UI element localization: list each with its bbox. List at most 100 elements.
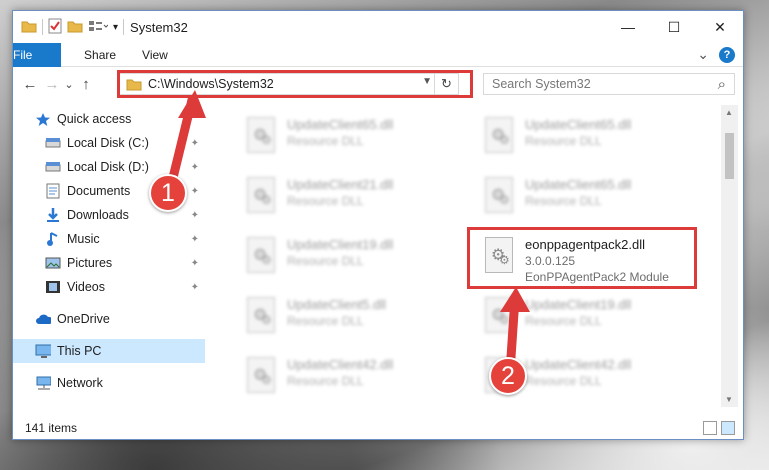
file-item[interactable]: ⚙ ⚙ UpdateClient65.dll Resource DLL (235, 111, 457, 167)
title-bar: ▾ System32 — ☐ ✕ (13, 11, 743, 43)
tab-view[interactable]: View (129, 43, 181, 67)
search-box[interactable]: Search System32 ⌕ (483, 73, 735, 95)
pin-icon[interactable]: ✦ (191, 258, 199, 269)
forward-button[interactable]: → (41, 71, 63, 97)
tab-share[interactable]: Share (71, 43, 129, 67)
sidebar-item-videos[interactable]: Videos ✦ (13, 275, 205, 299)
sidebar-item-this-pc[interactable]: This PC (13, 339, 205, 363)
navigation-pane: Quick access Local Disk (C:) ✦ Local Disk (… (13, 107, 205, 407)
file-item[interactable]: ⚙ ⚙ UpdateClient65.dll Resource DLL (473, 111, 695, 167)
properties-icon[interactable] (48, 18, 62, 37)
file-name: UpdateClient42.dll (525, 357, 632, 372)
file-name: UpdateClient65.dll (525, 117, 632, 132)
file-name: UpdateClient19.dll (525, 297, 632, 312)
downloads-icon (45, 207, 61, 223)
sidebar-item-label: Quick access (57, 112, 132, 126)
step-1-badge: 1 (149, 174, 187, 212)
dll-file-icon: ⚙⚙ (479, 117, 519, 157)
dll-file-icon: ⚙⚙ (241, 237, 281, 277)
network-icon (35, 375, 51, 391)
file-item[interactable]: ⚙ ⚙ UpdateClient19.dll Resource DLL (235, 231, 457, 287)
file-item[interactable]: ⚙ ⚙ UpdateClient65.dll Resource DLL (473, 171, 695, 227)
vertical-scrollbar[interactable]: ▲ ▼ (721, 105, 738, 407)
address-bar-highlight (117, 70, 473, 98)
pin-icon[interactable]: ✦ (191, 162, 199, 173)
dll-file-icon: ⚙⚙ (241, 177, 281, 217)
pin-icon[interactable]: ✦ (191, 282, 199, 293)
file-list: ⚙ ⚙ UpdateClient65.dll Resource DLL ⚙ ⚙ Update… (213, 107, 721, 407)
navigation-bar: ← → ⌄ ↑ C:\Windows\System32 ▼ ↻ Search S… (13, 69, 743, 99)
documents-icon (45, 183, 61, 199)
sidebar-item-label: Local Disk (D:) (67, 160, 149, 174)
sidebar-item-onedrive[interactable]: OneDrive (13, 307, 205, 331)
sidebar-item-label: Videos (67, 280, 105, 294)
pin-icon[interactable]: ✦ (191, 234, 199, 245)
status-bar: 141 items (13, 417, 743, 439)
dll-file-icon: ⚙⚙ (479, 297, 519, 337)
file-item[interactable]: ⚙ ⚙ UpdateClient19.dll Resource DLL (473, 291, 695, 347)
file-detail: Resource DLL (525, 194, 602, 208)
file-detail: Resource DLL (525, 314, 602, 328)
scroll-up-icon[interactable]: ▲ (725, 108, 733, 117)
new-folder-icon[interactable] (67, 19, 83, 36)
dll-file-icon: ⚙⚙ (241, 297, 281, 337)
target-file-highlight (467, 227, 697, 289)
window-controls: — ☐ ✕ (605, 11, 743, 43)
up-button[interactable]: ↑ (75, 71, 97, 97)
expand-ribbon-chevron-icon[interactable]: ⌄ (697, 46, 709, 63)
file-name: UpdateClient42.dll (287, 357, 394, 372)
details-view-icon[interactable] (703, 421, 717, 435)
pin-icon[interactable]: ✦ (191, 186, 199, 197)
step-2-badge: 2 (489, 357, 527, 395)
drive-icon (45, 159, 61, 175)
search-input[interactable]: Search System32 (492, 77, 591, 91)
sidebar-item-label: Documents (67, 184, 131, 198)
search-icon[interactable]: ⌕ (718, 76, 726, 93)
file-detail: Resource DLL (287, 254, 364, 268)
file-name: UpdateClient21.dll (287, 177, 394, 192)
pin-icon[interactable]: ✦ (191, 138, 199, 149)
sidebar-item-network[interactable]: Network (13, 371, 205, 395)
view-toggle (703, 421, 735, 435)
maximize-button[interactable]: ☐ (651, 11, 697, 43)
sidebar-item-label: Local Disk (C:) (67, 136, 149, 150)
file-detail: Resource DLL (287, 374, 364, 388)
file-detail: Resource DLL (525, 374, 602, 388)
file-detail: Resource DLL (525, 134, 602, 148)
folder-icon[interactable] (21, 19, 37, 36)
onedrive-icon (35, 311, 51, 327)
tab-file[interactable]: File (13, 42, 61, 67)
file-detail: Resource DLL (287, 314, 364, 328)
customize-toolbar-chevron-icon[interactable]: ▾ (113, 22, 118, 33)
recent-locations-chevron-icon[interactable]: ⌄ (63, 71, 75, 97)
large-icons-view-icon[interactable] (721, 421, 735, 435)
help-button[interactable]: ? (719, 46, 735, 63)
sidebar-item-music[interactable]: Music ✦ (13, 227, 205, 251)
back-button[interactable]: ← (19, 71, 41, 97)
sidebar-item-label: Music (67, 232, 100, 246)
dll-file-icon: ⚙⚙ (241, 117, 281, 157)
explorer-window: ▾ System32 — ☐ ✕ File Home Share View ⌄ … (12, 10, 744, 440)
scrollbar-thumb[interactable] (725, 133, 734, 179)
close-button[interactable]: ✕ (697, 11, 743, 43)
file-name: UpdateClient19.dll (287, 237, 394, 252)
file-item[interactable]: ⚙⚙ UpdateClient42.dll Resource DLL (235, 351, 457, 407)
file-item[interactable]: ⚙ ⚙ UpdateClient5.dll Resource DLL (235, 291, 457, 347)
file-item[interactable]: ⚙ ⚙ UpdateClient21.dll Resource DLL (235, 171, 457, 227)
pc-icon (35, 343, 51, 359)
file-name: UpdateClient65.dll (525, 177, 632, 192)
sidebar-item-label: This PC (57, 344, 102, 358)
toolbar-divider (42, 19, 43, 35)
minimize-button[interactable]: — (605, 11, 651, 43)
sidebar-item-pictures[interactable]: Pictures ✦ (13, 251, 205, 275)
window-title: System32 (130, 19, 188, 35)
sidebar-item-label: Network (57, 376, 103, 390)
view-options-icon[interactable] (88, 19, 109, 36)
sidebar-item-local-disk-c[interactable]: Local Disk (C:) ✦ (13, 131, 205, 155)
ribbon-tabs: File Home Share View ⌄ ? (13, 42, 743, 67)
scroll-down-icon[interactable]: ▼ (725, 395, 733, 404)
pin-icon[interactable]: ✦ (191, 210, 199, 221)
sidebar-item-quick-access[interactable]: Quick access (13, 107, 205, 131)
